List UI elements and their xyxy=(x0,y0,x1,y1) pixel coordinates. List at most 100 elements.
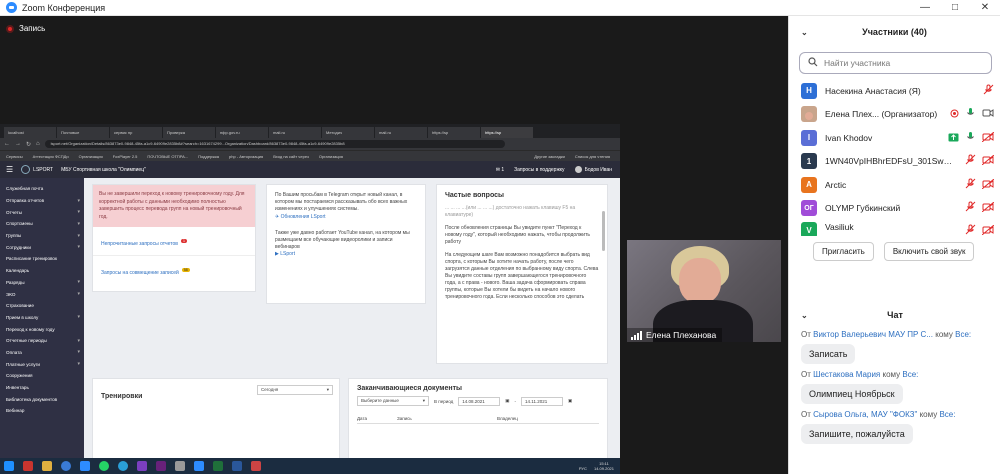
zoom-icon[interactable] xyxy=(80,461,90,471)
browser-tab[interactable]: localhost xyxy=(4,127,56,138)
maximize-icon[interactable]: □ xyxy=(940,0,970,16)
sidebar-item[interactable]: Вебинар xyxy=(0,405,84,417)
notifications[interactable]: ✉ 1 xyxy=(496,167,504,173)
bookmark[interactable]: ПОЧТОВЫЕ ОТПРА... xyxy=(147,154,188,159)
collapse-chevron-icon[interactable]: ⌄ xyxy=(801,28,808,37)
excel-icon[interactable] xyxy=(213,461,223,471)
bookmark[interactable]: Сервисы xyxy=(6,154,23,159)
browser-tab[interactable]: https://sp xyxy=(428,127,480,138)
participant-search[interactable] xyxy=(799,52,992,74)
sidebar-item[interactable]: Отправка отчетов ▾ xyxy=(0,195,84,207)
back-icon[interactable]: ← xyxy=(4,141,10,147)
participant-row[interactable]: V Vasiliuk xyxy=(789,220,1000,236)
app-icon[interactable] xyxy=(175,461,185,471)
sidebar-item[interactable]: Страхование xyxy=(0,300,84,312)
sidebar-item[interactable]: Переход к новому году xyxy=(0,323,84,335)
sidebar-item[interactable]: Отчеты ▾ xyxy=(0,206,84,218)
language-indicator[interactable]: РУС xyxy=(579,466,587,471)
unmute-button[interactable]: Включить свой звук xyxy=(883,242,975,261)
bookmark[interactable]: Список для чтения xyxy=(575,154,610,159)
app-icon[interactable] xyxy=(251,461,261,471)
sidebar-item[interactable]: ЭКО ▾ xyxy=(0,288,84,300)
browser-tab[interactable]: пфр.gov.ru xyxy=(216,127,268,138)
browser-tab[interactable]: mail.ru xyxy=(269,127,321,138)
browser-tab-active[interactable]: https://sp xyxy=(481,127,533,138)
app-icon[interactable] xyxy=(23,461,33,471)
participant-row[interactable]: 1 1WN40VpIHBhrEDFsU_301SwKg... xyxy=(789,150,1000,174)
reload-icon[interactable]: ↻ xyxy=(26,141,31,148)
participant-row[interactable]: A Arctic xyxy=(789,173,1000,197)
forward-icon[interactable]: → xyxy=(15,141,21,147)
sidebar-item[interactable]: Сооружения xyxy=(0,370,84,382)
home-icon[interactable]: ⌂ xyxy=(36,141,40,147)
viber-icon[interactable] xyxy=(137,461,147,471)
sender-name[interactable]: Сырова Ольга, МАУ "ФОКЗ" xyxy=(813,410,917,419)
presenter-video[interactable]: Елена Плеханова xyxy=(627,240,781,342)
site-logo[interactable]: LSPORT xyxy=(21,165,53,174)
support-link[interactable]: Запросы в поддержку xyxy=(514,167,564,173)
camera-off-icon[interactable] xyxy=(981,222,995,236)
invite-button[interactable]: Пригласить xyxy=(813,242,874,261)
sidebar-item[interactable]: Библиотека документов xyxy=(0,393,84,405)
sidebar-item[interactable]: Прием в школу ▾ xyxy=(0,312,84,324)
browser-tab[interactable]: Проверка xyxy=(163,127,215,138)
date-to-field[interactable]: 14.11.2021 xyxy=(521,396,564,406)
calendar-icon[interactable]: ▣ xyxy=(505,398,509,404)
bookmark[interactable]: FoxPlayer 2.5 xyxy=(113,154,138,159)
bookmark[interactable]: Организация xyxy=(79,154,103,159)
mic-on-icon[interactable] xyxy=(965,129,976,147)
search-input[interactable] xyxy=(824,58,984,68)
mic-off-icon[interactable] xyxy=(965,199,976,217)
camera-off-icon[interactable] xyxy=(981,199,995,217)
close-icon[interactable]: ✕ xyxy=(970,0,1000,16)
minimize-icon[interactable]: — xyxy=(910,0,940,16)
sidebar-item[interactable]: Разряды ▾ xyxy=(0,277,84,289)
camera-on-icon[interactable] xyxy=(982,105,994,123)
camera-off-icon[interactable] xyxy=(981,176,995,194)
telegram-link[interactable]: ✈ Обновления LSport xyxy=(275,214,417,220)
unread-reports-link[interactable]: Непрочитанные запросы отчетов xyxy=(101,241,178,247)
mic-off-icon[interactable] xyxy=(965,152,976,170)
sidebar-item[interactable]: Сотрудники ▾ xyxy=(0,241,84,253)
sidebar-item[interactable]: Группы ▾ xyxy=(0,230,84,242)
sidebar-item[interactable]: Расписание тренировок xyxy=(0,253,84,265)
app-icon[interactable] xyxy=(194,461,204,471)
mic-off-icon[interactable] xyxy=(965,222,976,236)
bookmark[interactable]: php - Авторизация xyxy=(229,154,263,159)
browser-icon[interactable] xyxy=(61,461,71,471)
participant-row[interactable]: Елена Плех... (Организатор) xyxy=(789,103,1000,127)
word-icon[interactable] xyxy=(232,461,242,471)
bookmark[interactable]: Вход на сайт через xyxy=(273,154,309,159)
youtube-link[interactable]: ▶ LSport xyxy=(275,251,417,257)
user-menu[interactable]: Бодов Иван xyxy=(574,166,612,173)
bookmark[interactable]: Поддержка xyxy=(198,154,219,159)
bookmark[interactable]: Организация xyxy=(319,154,343,159)
participant-row[interactable]: I Ivan Khodov xyxy=(789,126,1000,150)
visual-studio-icon[interactable] xyxy=(156,461,166,471)
mic-off-icon[interactable] xyxy=(983,82,994,100)
sidebar-item[interactable]: Календарь xyxy=(0,265,84,277)
browser-tab[interactable]: Почтовые xyxy=(57,127,109,138)
sender-name[interactable]: Виктор Валерьевич МАУ ПР С... xyxy=(813,330,933,339)
menu-icon[interactable]: ☰ xyxy=(6,165,13,174)
recording-indicator[interactable]: Запись xyxy=(6,24,45,33)
mic-on-icon[interactable] xyxy=(965,105,976,123)
camera-off-icon[interactable] xyxy=(981,129,995,147)
sidebar-item[interactable]: Платные услуги ▾ xyxy=(0,358,84,370)
merge-requests-link[interactable]: Запросы на совмещение записей xyxy=(101,270,179,276)
camera-off-icon[interactable] xyxy=(981,152,995,170)
participant-row[interactable]: Н Насекина Анастасия (Я) xyxy=(789,79,1000,103)
date-from-field[interactable]: 14.08.2021 xyxy=(458,396,501,406)
browser-tab[interactable]: Методич xyxy=(322,127,374,138)
clock[interactable]: 15:11 14.09.2021 xyxy=(594,461,614,471)
calendar-icon[interactable]: ▣ xyxy=(568,398,572,404)
sidebar-item[interactable]: Оплата ▾ xyxy=(0,347,84,359)
url-field[interactable]: lsport.net/Organization/Details/863873e0… xyxy=(44,140,505,148)
sidebar-item[interactable]: Инвентарь xyxy=(0,382,84,394)
period-select[interactable]: Сегодня ▾ xyxy=(257,385,333,395)
bookmark[interactable]: Аттестация ФСПДи xyxy=(33,154,69,159)
telegram-icon[interactable] xyxy=(118,461,128,471)
browser-tab[interactable]: сервис пр xyxy=(110,127,162,138)
sidebar-item[interactable]: Отчетные периоды ▾ xyxy=(0,335,84,347)
data-select[interactable]: Выберите данные ▾ xyxy=(357,396,429,406)
